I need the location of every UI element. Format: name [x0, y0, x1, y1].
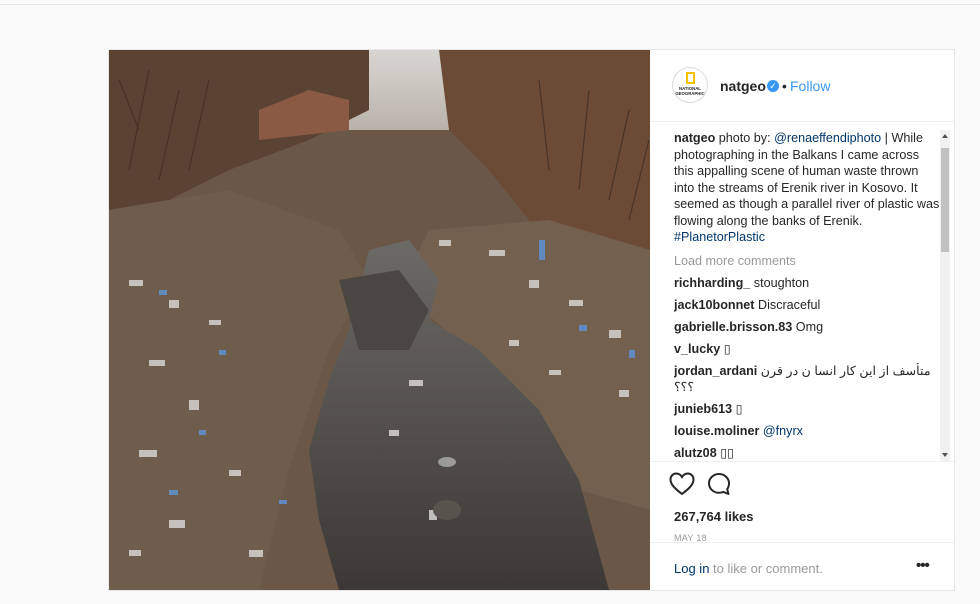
- comment-text[interactable]: @fnyrx: [763, 424, 803, 438]
- caption: natgeo photo by: @renaeffendiphoto | Whi…: [674, 130, 942, 246]
- scrollbar-thumb[interactable]: [941, 148, 949, 252]
- list-item: alutz08 ▯▯: [674, 445, 942, 461]
- comment-text: ▯▯: [720, 446, 735, 460]
- comments-scrollbar[interactable]: [940, 130, 950, 461]
- list-item: louise.moliner @fnyrx: [674, 423, 942, 440]
- comment-username[interactable]: alutz08: [674, 446, 717, 460]
- comment-text: Omg: [795, 319, 824, 334]
- list-item: jordan_ardani متأسف از این کار انسا ن در…: [674, 363, 942, 396]
- natgeo-logo-icon: [686, 72, 695, 84]
- comment-text: stoughton: [753, 275, 810, 290]
- post-footer: Log in to like or comment. •••: [650, 542, 954, 590]
- comment-username[interactable]: jack10bonnet: [674, 298, 755, 312]
- top-divider: [0, 4, 980, 5]
- comment-username[interactable]: v_lucky: [674, 342, 720, 356]
- avatar-logo-text: NATIONAL GEOGRAPHIC: [675, 86, 705, 96]
- scroll-up-arrow-icon[interactable]: [942, 134, 948, 138]
- comment-text: ▯: [735, 402, 743, 416]
- comment-bubble-icon[interactable]: [707, 472, 731, 496]
- comments-list[interactable]: natgeo photo by: @renaeffendiphoto | Whi…: [674, 130, 942, 461]
- list-item: gabrielle.brisson.83 Omg: [674, 319, 942, 336]
- login-prompt: Log in to like or comment.: [674, 561, 823, 576]
- caption-text-after: | While photographing in the Balkans I c…: [674, 131, 940, 228]
- scroll-down-arrow-icon[interactable]: [942, 453, 948, 457]
- polluted-river-photo: [109, 50, 650, 590]
- post-header: NATIONAL GEOGRAPHIC natgeo ✓ • Follow: [650, 50, 954, 122]
- caption-mention[interactable]: @renaeffendiphoto: [774, 131, 881, 145]
- header-username[interactable]: natgeo: [720, 78, 766, 94]
- comment-text: ▯: [723, 341, 731, 356]
- list-item: richharding_ stoughton: [674, 275, 942, 292]
- header-separator: •: [782, 78, 787, 94]
- comment-username[interactable]: richharding_: [674, 276, 750, 290]
- caption-username[interactable]: natgeo: [674, 131, 715, 145]
- likes-count[interactable]: 267,764 likes: [674, 509, 754, 524]
- more-options-icon[interactable]: •••: [916, 557, 930, 574]
- comment-username[interactable]: junieb613: [674, 402, 732, 416]
- comment-username[interactable]: gabrielle.brisson.83: [674, 320, 792, 334]
- comment-text: Discraceful: [758, 297, 821, 312]
- comment-username[interactable]: jordan_ardani: [674, 364, 757, 378]
- avatar[interactable]: NATIONAL GEOGRAPHIC: [672, 67, 708, 103]
- comment-username[interactable]: louise.moliner: [674, 424, 759, 438]
- login-prompt-text: to like or comment.: [709, 561, 823, 576]
- list-item: v_lucky ▯: [674, 341, 942, 358]
- follow-button[interactable]: Follow: [790, 78, 830, 94]
- list-item: junieb613 ▯: [674, 401, 942, 418]
- post-card: NATIONAL GEOGRAPHIC natgeo ✓ • Follow na…: [108, 49, 955, 591]
- heart-icon[interactable]: [669, 472, 695, 496]
- caption-text-before: photo by:: [715, 131, 775, 145]
- list-item: jack10bonnet Discraceful: [674, 297, 942, 314]
- verified-badge-icon: ✓: [767, 80, 779, 92]
- caption-hashtag[interactable]: #PlanetorPlastic: [674, 230, 765, 244]
- login-link[interactable]: Log in: [674, 561, 709, 576]
- post-sidebar: NATIONAL GEOGRAPHIC natgeo ✓ • Follow na…: [650, 50, 954, 590]
- load-more-comments-button[interactable]: Load more comments: [674, 253, 942, 270]
- post-photo[interactable]: [109, 50, 650, 590]
